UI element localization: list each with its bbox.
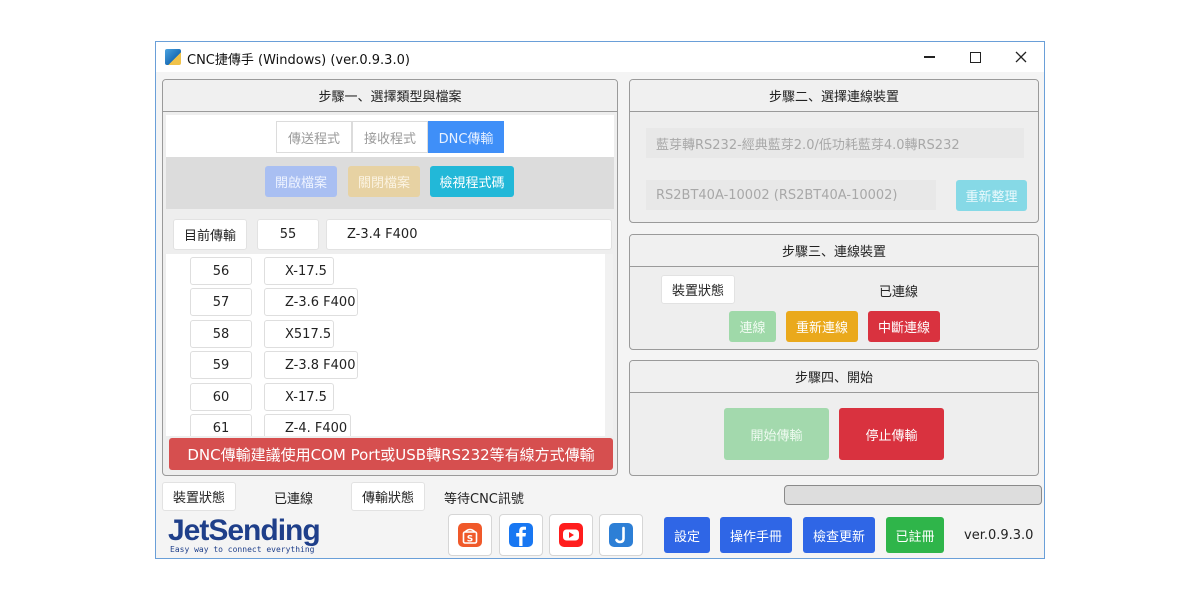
shopee-icon: S [458, 523, 482, 547]
file-action-bar: 開啟檔案 關閉檔案 檢視程式碼 [166, 157, 614, 209]
connect-button[interactable]: 連線 [729, 311, 776, 342]
close-button[interactable] [998, 42, 1044, 72]
line-code: X-17.5 [264, 257, 334, 285]
status-device-label: 裝置狀態 [162, 482, 236, 511]
logo-tagline: Easy way to connect everything [170, 545, 315, 554]
line-code: Z-3.8 F400 [264, 351, 358, 379]
step2-title: 步驟二、選擇連線裝置 [630, 80, 1038, 112]
open-file-button[interactable]: 開啟檔案 [265, 166, 337, 197]
title-bar: CNC捷傳手 (Windows) (ver.0.9.3.0) [156, 42, 1044, 72]
minimize-icon [923, 56, 935, 58]
youtube-button[interactable] [549, 514, 593, 556]
line-code: Z-4. F400 [264, 414, 351, 436]
line-number: 56 [190, 257, 252, 285]
status-transfer-label: 傳輸狀態 [351, 482, 425, 511]
step2-panel: 步驟二、選擇連線裝置 藍芽轉RS232-經典藍芽2.0/低功耗藍芽4.0轉RS2… [629, 79, 1039, 223]
version-label: ver.0.9.3.0 [964, 528, 1034, 543]
line-number: 61 [190, 414, 252, 436]
settings-button[interactable]: 設定 [664, 517, 710, 553]
line-number: 58 [190, 320, 252, 348]
dnc-warning-banner: DNC傳輸建議使用COM Port或USB轉RS232等有線方式傳輸 [169, 438, 613, 470]
program-line-list[interactable]: 56 X-17.5 57 Z-3.6 F400 58 X517.5 59 Z-3… [166, 254, 613, 436]
view-code-button[interactable]: 檢視程式碼 [430, 166, 514, 197]
disconnect-button[interactable]: 中斷連線 [868, 311, 940, 342]
step4-title: 步驟四、開始 [630, 361, 1038, 393]
close-icon [1015, 51, 1027, 63]
logo-text: JetSending [168, 514, 321, 547]
current-line-code: Z-3.4 F400 [326, 219, 612, 250]
line-number: 60 [190, 383, 252, 411]
status-device-value: 已連線 [274, 492, 314, 507]
minimize-button[interactable] [906, 42, 952, 72]
line-code: X-17.5 [264, 383, 334, 411]
transfer-progress-bar [784, 485, 1042, 505]
check-update-button[interactable]: 檢查更新 [803, 517, 875, 553]
jetsending-icon [609, 523, 633, 547]
tab-dnc-transfer[interactable]: DNC傳輸 [428, 121, 504, 153]
step1-title: 步驟一、選擇類型與檔案 [163, 80, 617, 112]
status-transfer-value: 等待CNC訊號 [444, 492, 524, 507]
device-status-value: 已連線 [879, 285, 919, 300]
stop-transfer-button[interactable]: 停止傳輸 [839, 408, 944, 460]
facebook-icon [509, 523, 533, 547]
maximize-button[interactable] [952, 42, 998, 72]
maximize-icon [969, 51, 981, 63]
step1-panel: 步驟一、選擇類型與檔案 傳送程式 接收程式 DNC傳輸 開啟檔案 關閉檔案 檢視… [162, 79, 618, 476]
list-scrollbar[interactable] [605, 254, 613, 436]
manual-button[interactable]: 操作手冊 [720, 517, 792, 553]
device-status-label: 裝置狀態 [661, 275, 735, 304]
shopee-button[interactable]: S [448, 514, 492, 556]
reconnect-button[interactable]: 重新連線 [786, 311, 858, 342]
transfer-type-tabs: 傳送程式 接收程式 DNC傳輸 [166, 115, 614, 157]
facebook-button[interactable] [499, 514, 543, 556]
current-line-number: 55 [257, 219, 319, 250]
line-code: X517.5 [264, 320, 334, 348]
step3-title: 步驟三、連線裝置 [630, 235, 1038, 267]
youtube-icon [559, 523, 583, 547]
refresh-devices-button[interactable]: 重新整理 [956, 180, 1027, 211]
tab-receive-program[interactable]: 接收程式 [352, 121, 428, 153]
tab-send-program[interactable]: 傳送程式 [276, 121, 352, 153]
current-transfer-label: 目前傳輸 [173, 219, 247, 250]
device-select[interactable]: RS2BT40A-10002 (RS2BT40A-10002) [646, 180, 936, 210]
device-type-select[interactable]: 藍芽轉RS232-經典藍芽2.0/低功耗藍芽4.0轉RS232 [646, 128, 1024, 158]
close-file-button[interactable]: 關閉檔案 [348, 166, 420, 197]
app-icon [165, 49, 181, 65]
line-code: Z-3.6 F400 [264, 288, 358, 316]
app-window: CNC捷傳手 (Windows) (ver.0.9.3.0) 步驟一、選擇類型與… [155, 41, 1045, 559]
step4-panel: 步驟四、開始 開始傳輸 停止傳輸 [629, 360, 1039, 476]
registered-button[interactable]: 已註冊 [886, 517, 944, 553]
svg-text:S: S [467, 535, 473, 545]
start-transfer-button[interactable]: 開始傳輸 [724, 408, 829, 460]
jetsending-site-button[interactable] [599, 514, 643, 556]
window-title: CNC捷傳手 (Windows) (ver.0.9.3.0) [187, 53, 410, 68]
step3-panel: 步驟三、連線裝置 裝置狀態 已連線 連線 重新連線 中斷連線 [629, 234, 1039, 350]
line-number: 57 [190, 288, 252, 316]
jetsending-logo[interactable]: JetSending Easy way to connect everythin… [168, 514, 338, 558]
line-number: 59 [190, 351, 252, 379]
